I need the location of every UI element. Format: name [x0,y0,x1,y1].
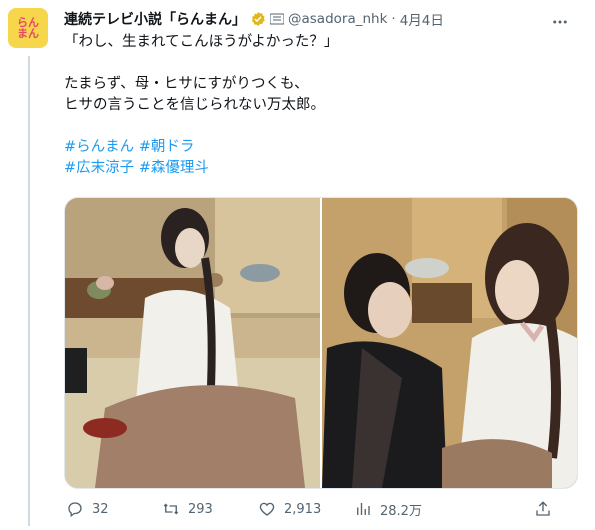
reply-count: 32 [92,501,109,517]
tweet-date[interactable]: 4月4日 [400,9,444,29]
separator-dot: · [391,11,396,27]
display-name[interactable]: 連続テレビ小説「らんまん」 [64,9,246,29]
hashtag-link[interactable]: #らんまん [64,139,134,155]
heart-icon [259,502,275,516]
view-count: 28.2万 [380,503,422,519]
tweet-text-gap [64,53,584,74]
hashtag-link[interactable]: #朝ドラ [139,139,195,155]
tweet-text-gap [64,116,584,137]
photo-mother-and-child[interactable] [322,198,577,488]
media-grid [64,197,578,489]
like-button[interactable]: 2,913 [258,500,354,518]
avatar[interactable]: らん まん [8,8,48,48]
thread-line [28,56,30,526]
tweet-text-line: ヒサの言うことを信じられない万太郎。 [64,97,325,113]
action-bar: 32 293 2,913 28.2万 [64,498,584,520]
reply-button[interactable]: 32 [64,500,162,518]
avatar-logo-text: らん まん [17,16,39,40]
affiliate-badge-icon[interactable] [270,12,284,26]
share-button[interactable] [534,500,552,518]
retweet-count: 293 [188,501,213,517]
like-count: 2,913 [284,501,322,517]
retweet-icon [163,503,179,515]
hashtag-link[interactable]: #広末涼子 [64,160,134,176]
hashtag-line: #広末涼子 #森優理斗 [64,158,584,179]
tweet-text-line: たまらず、母・ヒサにすがりつくも、 [64,76,309,92]
verified-gold-icon[interactable] [250,11,266,27]
reply-icon [68,502,82,518]
user-handle[interactable]: @asadora_nhk [288,11,387,27]
hashtag-line: #らんまん #朝ドラ [64,137,584,158]
tweet-content: 連続テレビ小説「らんまん」 @asadora_nhk · 4月4日 「わし、生ま… [64,6,584,179]
views-button[interactable]: 28.2万 [354,500,450,519]
tweet-text: 「わし、生まれてこんほうがよかった？」 たまらず、母・ヒサにすがりつくも、 ヒサ… [64,32,584,179]
retweet-button[interactable]: 293 [162,500,258,518]
tweet-text-line: 「わし、生まれてこんほうがよかった？」 [64,34,339,50]
tweet-header: 連続テレビ小説「らんまん」 @asadora_nhk · 4月4日 [64,6,584,32]
share-icon [536,501,550,516]
more-options-icon[interactable] [548,10,572,34]
photo-woman-sitting[interactable] [65,198,320,488]
bar-chart-icon [357,503,370,515]
hashtag-link[interactable]: #森優理斗 [139,160,209,176]
avatar-column: らん まん [8,8,52,48]
